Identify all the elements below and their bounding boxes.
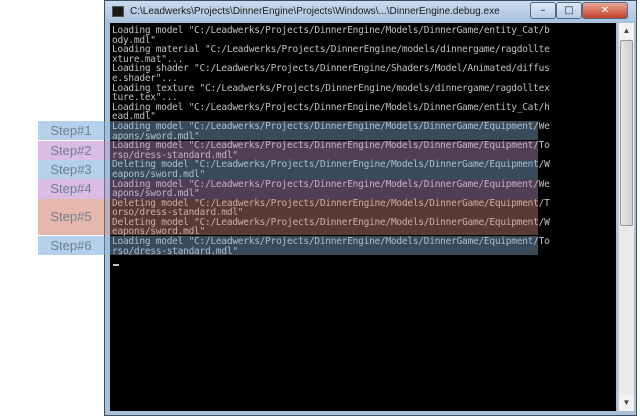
step-label: Step#2 [38, 141, 104, 160]
step-label: Step#5 [38, 199, 104, 235]
scrollbar-thumb[interactable] [620, 40, 633, 226]
console-app-icon [112, 6, 124, 17]
vertical-scrollbar[interactable]: ▲ ▼ [618, 23, 634, 411]
step-highlight [104, 121, 538, 140]
step-label: Step#4 [38, 179, 104, 199]
window-title: C:\Leadwerks\Projects\DinnerEngine\Proje… [130, 6, 500, 17]
title-bar[interactable]: C:\Leadwerks\Projects\DinnerEngine\Proje… [105, 1, 636, 23]
step-label: Step#6 [38, 236, 104, 255]
minimize-button[interactable]: – [530, 2, 556, 19]
step-label: Step#1 [38, 121, 104, 140]
maximize-button[interactable]: □ [556, 2, 582, 19]
close-button[interactable]: ✕ [582, 2, 628, 19]
step-highlight [104, 199, 538, 235]
scroll-down-arrow-icon[interactable]: ▼ [619, 395, 634, 411]
step-highlight [104, 179, 538, 199]
step-highlight [104, 160, 538, 179]
console-line: Loading model "C:/Leadwerks/Projects/Din… [112, 25, 550, 36]
scroll-up-arrow-icon[interactable]: ▲ [619, 23, 634, 39]
text-cursor [113, 264, 119, 266]
console-line: Loading model "C:/Leadwerks/Projects/Din… [112, 101, 550, 113]
console-line: Loading shader "C:/Leadwerks/Projects/Di… [112, 63, 550, 75]
console-line: Loading texture "C:/Leadwerks/Projects/D… [112, 82, 550, 94]
step-highlight [104, 141, 538, 160]
console-line: Loading material "C:/Leadwerks/Projects/… [112, 44, 550, 56]
step-highlight [104, 236, 538, 255]
step-label: Step#3 [38, 160, 104, 179]
